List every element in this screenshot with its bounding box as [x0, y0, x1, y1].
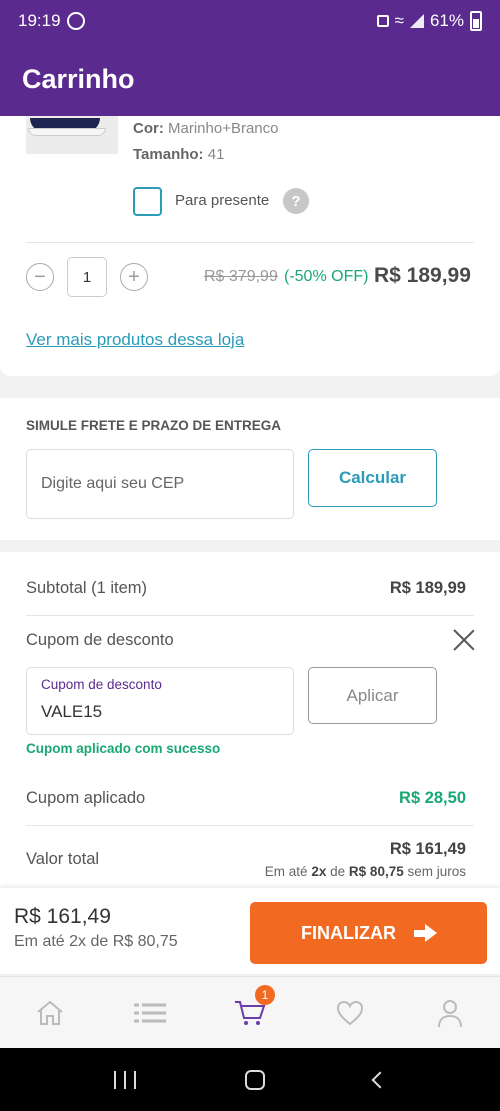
- original-price: R$ 379,99: [204, 268, 278, 285]
- coupon-field-value: VALE15: [41, 702, 103, 721]
- gift-label: Para presente: [175, 192, 270, 209]
- color-value: Marinho+Branco: [168, 120, 279, 137]
- shipping-title: SIMULE FRETE E PRAZO DE ENTREGA: [26, 418, 282, 433]
- status-time: 19:19: [18, 11, 61, 30]
- nav-account[interactable]: [400, 977, 500, 1048]
- subtotal-value: R$ 189,99: [389, 579, 466, 597]
- page-title: Carrinho: [22, 63, 135, 94]
- nav-cart[interactable]: 1: [200, 977, 300, 1048]
- cart-product-card: Cor: Marinho+Branco Tamanho: 41 Para pre…: [0, 116, 500, 376]
- divider: [26, 615, 474, 616]
- current-price: R$ 189,99: [374, 264, 471, 287]
- nav-home[interactable]: [0, 977, 100, 1048]
- installment-mid: de: [330, 864, 346, 879]
- finish-button[interactable]: FINALIZAR: [250, 902, 487, 964]
- help-icon[interactable]: ?: [283, 188, 309, 214]
- shoe-sole: [28, 128, 106, 136]
- increase-quantity-button[interactable]: +: [120, 263, 148, 291]
- coupon-field-label: Cupom de desconto: [41, 677, 162, 692]
- system-home-icon[interactable]: [244, 1069, 265, 1090]
- coupon-title: Cupom de desconto: [26, 631, 174, 649]
- subtotal-label: Subtotal (1 item): [26, 579, 148, 597]
- heart-icon: [336, 1000, 364, 1025]
- installment-value: R$ 80,75: [348, 864, 404, 879]
- gift-checkbox[interactable]: [133, 187, 162, 216]
- applied-coupon-label: Cupom aplicado: [26, 789, 146, 807]
- total-value: R$ 161,49: [389, 840, 466, 858]
- cart-badge: 1: [255, 985, 275, 1005]
- checkout-bar: R$ 161,49 Em até 2x de R$ 80,75 FINALIZA…: [0, 888, 500, 974]
- home-icon: [37, 1000, 63, 1025]
- color-label: Cor:: [133, 120, 164, 137]
- shipping-simulator: SIMULE FRETE E PRAZO DE ENTREGA Digite a…: [0, 398, 500, 540]
- apply-coupon-button[interactable]: Aplicar: [308, 667, 437, 724]
- arrow-right-icon: [413, 924, 437, 942]
- checkout-total: R$ 161,49: [14, 905, 111, 928]
- nav-categories[interactable]: [100, 977, 200, 1048]
- product-image[interactable]: [26, 116, 118, 154]
- coupon-success-message: Cupom aplicado com sucesso: [26, 741, 221, 756]
- installment-times: 2x: [311, 864, 327, 879]
- applied-coupon-value: R$ 28,50: [399, 789, 466, 807]
- coupon-input[interactable]: Cupom de desconto VALE15: [26, 667, 294, 735]
- finish-button-label: FINALIZAR: [301, 922, 396, 943]
- status-bar: 19:19 ≈ 61%: [0, 0, 500, 42]
- app-bar: Carrinho: [0, 42, 500, 116]
- list-icon: [134, 1003, 166, 1022]
- discount-badge: (-50% OFF): [284, 268, 369, 285]
- close-icon[interactable]: [452, 628, 476, 652]
- size-value: 41: [207, 146, 225, 163]
- divider: [26, 242, 474, 243]
- wifi-icon: ≈: [394, 11, 404, 30]
- lock-icon: [376, 15, 389, 27]
- total-label: Valor total: [26, 850, 100, 868]
- calculate-button[interactable]: Calcular: [308, 449, 437, 507]
- battery-icon: [470, 11, 482, 31]
- product-color: Cor: Marinho+Branco: [133, 120, 278, 137]
- system-navigation: [0, 1048, 500, 1111]
- installment-info: Em até 2x de R$ 80,75 sem juros: [265, 864, 466, 879]
- order-summary: Subtotal (1 item) R$ 189,99 Cupom de des…: [0, 552, 500, 888]
- back-icon[interactable]: [371, 1071, 389, 1088]
- divider: [26, 825, 474, 826]
- signal-icon: [409, 14, 424, 28]
- recent-apps-icon[interactable]: [114, 1070, 137, 1089]
- installment-prefix: Em até: [264, 864, 308, 879]
- decrease-quantity-button[interactable]: −: [26, 263, 54, 291]
- installment-suffix: sem juros: [407, 864, 466, 879]
- bottom-navigation: 1: [0, 976, 500, 1048]
- checkout-installment: Em até 2x de R$ 80,75: [14, 933, 178, 950]
- nav-favorites[interactable]: [300, 977, 400, 1048]
- product-size: Tamanho: 41: [133, 146, 224, 163]
- more-products-link[interactable]: Ver mais produtos dessa loja: [26, 330, 244, 350]
- user-icon: [438, 999, 462, 1027]
- whatsapp-icon: [66, 12, 85, 30]
- cep-input[interactable]: Digite aqui seu CEP: [26, 449, 294, 519]
- battery-percent: 61%: [429, 11, 464, 30]
- quantity-input[interactable]: 1: [67, 257, 107, 297]
- size-label: Tamanho:: [133, 146, 204, 163]
